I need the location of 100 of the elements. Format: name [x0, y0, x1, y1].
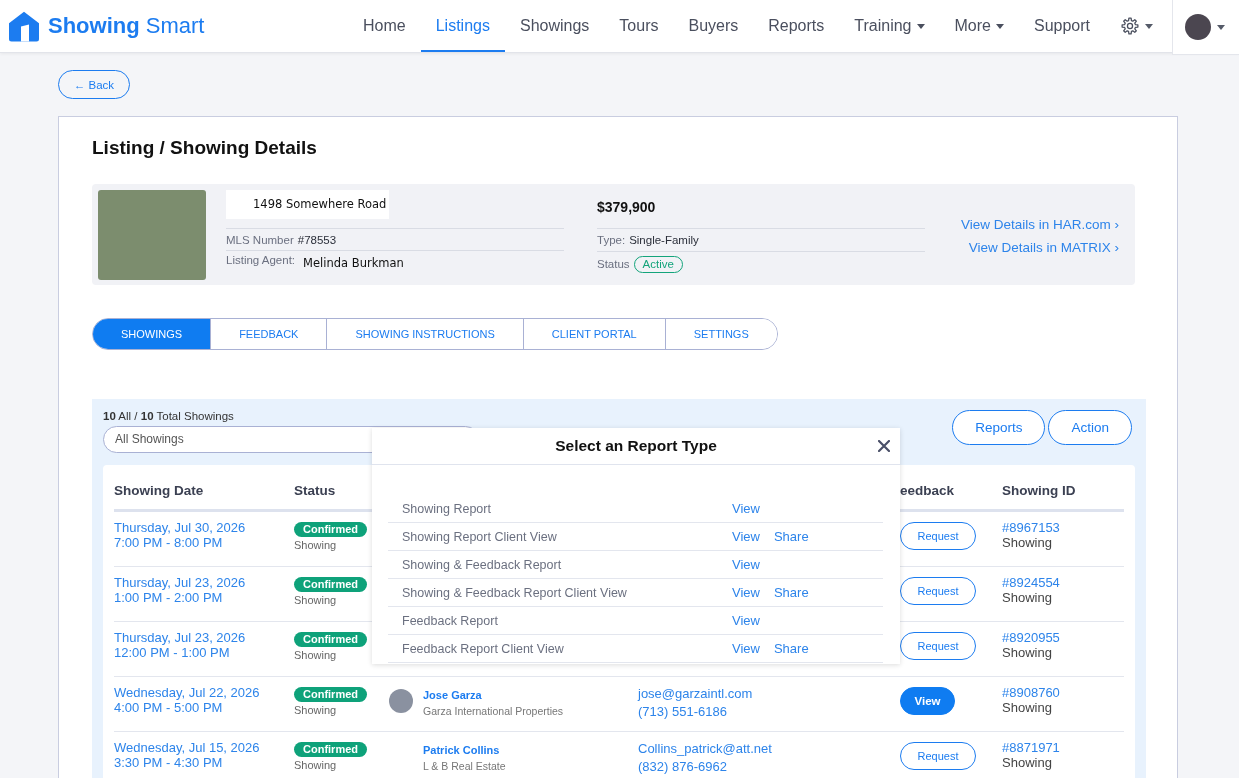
- feedback-button[interactable]: Request: [900, 742, 976, 770]
- back-button[interactable]: ← Back: [58, 70, 130, 99]
- status-detail: Showing: [294, 538, 337, 552]
- column-header: eedback: [900, 483, 955, 498]
- phone-link[interactable]: (713) 551-6186: [638, 703, 727, 721]
- showing-id-link[interactable]: #8908760: [1002, 685, 1060, 700]
- dialog-title: Select an Report Type: [555, 437, 717, 455]
- showing-type: Showing: [1002, 645, 1052, 660]
- showing-time-link[interactable]: 4:00 PM - 5:00 PM: [114, 700, 223, 715]
- share-link[interactable]: Share: [773, 585, 809, 600]
- showing-type: Showing: [1002, 535, 1052, 550]
- showing-id-link[interactable]: #8967153: [1002, 520, 1060, 535]
- nav-link[interactable]: Support: [1018, 0, 1105, 52]
- status-badge: Confirmed: [294, 742, 367, 757]
- showing-type: Showing: [1002, 590, 1052, 605]
- logo-text: Showing Smart: [48, 13, 205, 39]
- view-link[interactable]: View: [732, 585, 760, 600]
- status-badge: Confirmed: [294, 632, 367, 647]
- report-type-label: Feedback Report Client View: [402, 641, 565, 656]
- tab[interactable]: SETTINGS: [664, 319, 777, 349]
- report-type-label: Feedback Report: [402, 613, 499, 628]
- agent-company: L & B Real Estate: [423, 759, 506, 773]
- showing-id-link[interactable]: #8924554: [1002, 575, 1060, 590]
- nav-link[interactable]: Home: [348, 0, 421, 52]
- nav-link[interactable]: Tours: [604, 0, 674, 52]
- close-icon[interactable]: [878, 440, 890, 452]
- status-detail: Showing: [294, 648, 337, 662]
- email-link[interactable]: Collins_patrick@att.net: [638, 740, 772, 758]
- property-type: Single-Family: [629, 234, 699, 246]
- view-link[interactable]: View: [732, 529, 760, 544]
- showings-count: 10 All / 10 Total Showings: [103, 409, 235, 423]
- showing-id-link[interactable]: #8871971: [1002, 740, 1060, 755]
- agent-company: Garza International Properties: [423, 704, 564, 718]
- agent-name-link[interactable]: Jose Garza: [423, 689, 482, 701]
- share-link[interactable]: Share: [773, 641, 809, 656]
- agent-name-link[interactable]: Patrick Collins: [423, 744, 500, 756]
- listing-address: 1498 Somewhere Road: [226, 190, 389, 219]
- showing-time-link[interactable]: 7:00 PM - 8:00 PM: [114, 535, 223, 550]
- feedback-button[interactable]: Request: [900, 632, 976, 660]
- showing-time-link[interactable]: 12:00 PM - 1:00 PM: [114, 645, 230, 660]
- field-label: Status: [597, 258, 630, 270]
- status-badge: Confirmed: [294, 687, 367, 702]
- nav-link[interactable]: Reports: [753, 0, 840, 52]
- feedback-button[interactable]: Request: [900, 522, 976, 550]
- status-detail: Showing: [294, 593, 337, 607]
- reports-button[interactable]: Reports: [952, 410, 1046, 445]
- view-link[interactable]: View: [732, 557, 760, 572]
- showing-date-link[interactable]: Thursday, Jul 30, 2026: [114, 520, 246, 535]
- showing-date-link[interactable]: Thursday, Jul 23, 2026: [114, 630, 246, 645]
- showing-id-link[interactable]: #8920955: [1002, 630, 1060, 645]
- view-link[interactable]: View: [732, 501, 760, 516]
- status-badge: Confirmed: [294, 577, 367, 592]
- field-label: Type:: [597, 234, 626, 246]
- user-menu-button[interactable]: [1172, 0, 1239, 55]
- mls-number: #78553: [297, 233, 337, 246]
- status-detail: Showing: [294, 703, 337, 717]
- settings-icon: [1121, 17, 1139, 35]
- action-button[interactable]: Action: [1048, 410, 1132, 445]
- field-label: MLS Number: [226, 233, 294, 246]
- nav-link[interactable]: Buyers: [673, 0, 754, 52]
- tab[interactable]: SHOWINGS: [93, 319, 211, 349]
- showing-date-link[interactable]: Thursday, Jul 23, 2026: [114, 575, 246, 590]
- caret-icon: [1217, 24, 1225, 30]
- external-link[interactable]: View Details in MATRIX ›: [968, 240, 1119, 256]
- status-badge: Confirmed: [294, 522, 367, 537]
- house-icon: [8, 10, 40, 42]
- showing-time-link[interactable]: 3:30 PM - 4:30 PM: [114, 755, 223, 770]
- field-label: Listing Agent:: [226, 254, 296, 266]
- report-type-label: Showing & Feedback Report Client View: [402, 585, 628, 600]
- caret-icon: [916, 23, 925, 29]
- nav-link[interactable]: More: [939, 0, 1019, 52]
- caret-icon: [1145, 23, 1153, 29]
- avatar-placeholder: [1185, 14, 1211, 40]
- nav-link[interactable]: Listings: [420, 0, 505, 52]
- settings-menu-button[interactable]: [1121, 17, 1153, 35]
- column-header: Showing ID: [1002, 483, 1076, 498]
- view-link[interactable]: View: [732, 613, 760, 628]
- share-link[interactable]: Share: [773, 529, 809, 544]
- showing-date-link[interactable]: Wednesday, Jul 15, 2026: [114, 740, 260, 755]
- phone-link[interactable]: (832) 876-6962: [638, 758, 727, 776]
- external-link[interactable]: View Details in HAR.com ›: [960, 217, 1119, 233]
- nav-link[interactable]: Showings: [504, 0, 605, 52]
- listing-agent-name: Melinda Burkman: [303, 256, 404, 270]
- status-detail: Showing: [294, 758, 337, 772]
- column-header: Status: [294, 483, 336, 498]
- showing-type: Showing: [1002, 700, 1052, 715]
- report-type-label: Showing & Feedback Report: [402, 557, 563, 572]
- page-title: Listing / Showing Details: [92, 136, 318, 160]
- email-link[interactable]: jose@garzaintl.com: [638, 685, 753, 703]
- report-type-label: Showing Report Client View: [402, 529, 558, 544]
- showing-type: Showing: [1002, 755, 1052, 770]
- nav-link[interactable]: Training: [839, 0, 940, 52]
- report-type-label: Showing Report: [402, 501, 492, 516]
- view-link[interactable]: View: [732, 641, 760, 656]
- caret-icon: [995, 23, 1004, 29]
- listing-price: $379,900: [597, 198, 657, 217]
- feedback-button[interactable]: Request: [900, 577, 976, 605]
- showing-date-link[interactable]: Wednesday, Jul 22, 2026: [114, 685, 260, 700]
- showing-time-link[interactable]: 1:00 PM - 2:00 PM: [114, 590, 223, 605]
- feedback-button[interactable]: View: [900, 687, 955, 715]
